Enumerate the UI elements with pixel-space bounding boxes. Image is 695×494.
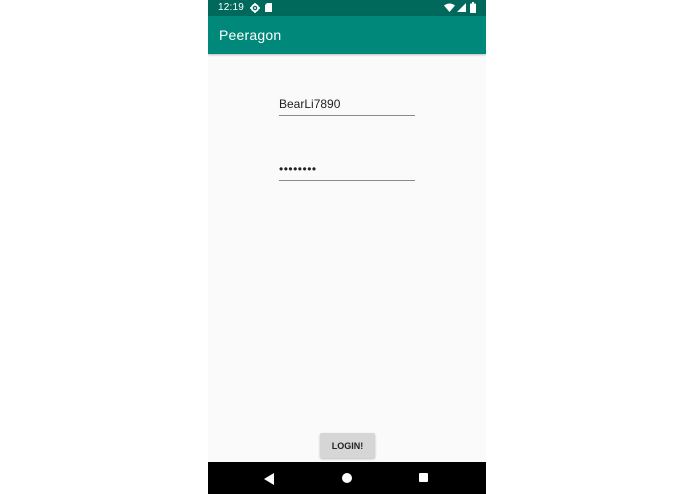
home-icon[interactable] [342, 473, 352, 483]
back-icon[interactable] [264, 472, 274, 485]
signal-icon [457, 3, 466, 12]
phone-screen: 12:19 Peeragon BearLi7890 •••••••• LOGIN… [208, 0, 486, 494]
gear-icon [250, 2, 260, 14]
recents-icon[interactable] [419, 473, 428, 482]
wifi-icon [444, 3, 455, 12]
battery-icon [470, 2, 476, 13]
password-field[interactable] [279, 158, 415, 181]
username-field[interactable] [279, 93, 415, 116]
navigation-bar [208, 462, 486, 494]
status-bar: 12:19 [208, 0, 486, 16]
app-bar: Peeragon [208, 16, 486, 54]
sd-card-icon [265, 3, 272, 12]
status-time: 12:19 [218, 2, 245, 13]
login-button[interactable]: LOGIN! [320, 433, 375, 458]
app-title: Peeragon [219, 27, 282, 43]
